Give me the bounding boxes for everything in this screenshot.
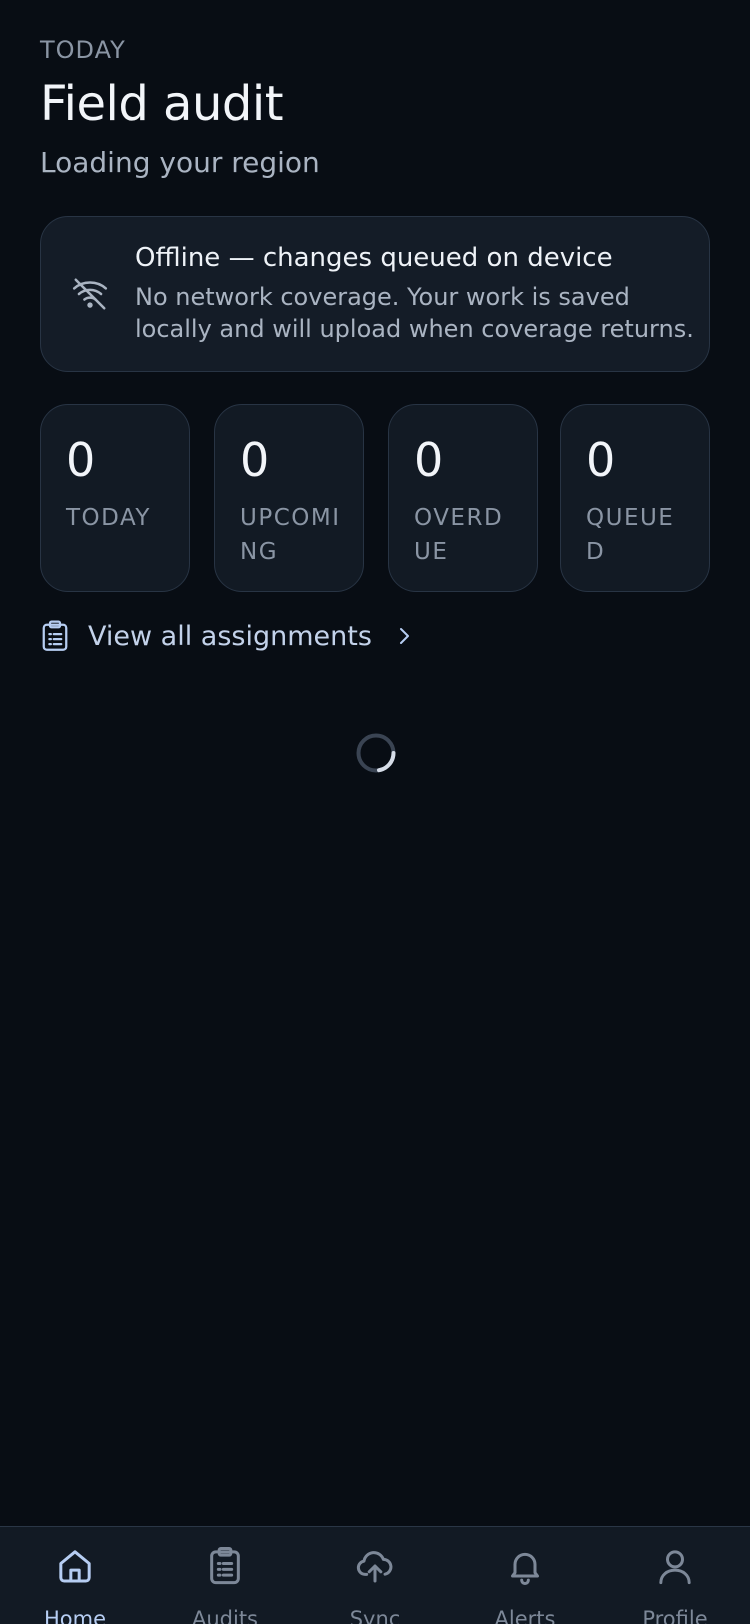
user-icon (659, 1550, 691, 1585)
tab-home[interactable]: Home (0, 1527, 150, 1624)
stat-card-overdue[interactable]: 0 OVERDUE (388, 404, 538, 592)
cloud-upload-icon (356, 1551, 393, 1583)
tab-label: Home (43, 1607, 106, 1624)
stat-label: TODAY (66, 505, 151, 531)
clipboard-list-icon (42, 620, 68, 651)
bell-icon (511, 1552, 539, 1585)
stat-value: 0 (586, 433, 616, 487)
banner-title: Offline — changes queued on device (135, 243, 613, 273)
wifi-off-icon (72, 278, 108, 310)
stats-row: 0 TODAY 0 UPCOMING 0 OVERDUE 0 QUEUED (40, 404, 710, 592)
tab-label: Alerts (494, 1607, 556, 1624)
stat-value: 0 (66, 433, 96, 487)
banner-message: No network coverage. Your work is saved … (135, 283, 694, 343)
tab-label: Audits (191, 1607, 258, 1624)
tab-audits[interactable]: Audits (150, 1527, 300, 1624)
bottom-tab-bar: Home Audits Sync Alerts Profile (0, 1526, 750, 1624)
tab-alerts[interactable]: Alerts (450, 1527, 600, 1624)
stat-label: QUEUED (586, 505, 675, 565)
view-all-assignments-link[interactable]: View all assignments (40, 614, 416, 658)
chevron-right-icon (399, 628, 409, 644)
tab-profile[interactable]: Profile (600, 1527, 750, 1624)
date-eyebrow: TODAY (40, 36, 126, 64)
page-subtitle: Loading your region (40, 146, 320, 179)
view-all-label: View all assignments (88, 620, 372, 652)
spinner-icon (356, 733, 396, 773)
stat-value: 0 (414, 433, 444, 487)
tab-label: Profile (642, 1607, 708, 1624)
stat-card-upcoming[interactable]: 0 UPCOMING (214, 404, 364, 592)
stat-label: UPCOMING (240, 505, 341, 565)
tab-sync[interactable]: Sync (300, 1527, 450, 1624)
tab-label: Sync (349, 1607, 401, 1624)
stat-card-today[interactable]: 0 TODAY (40, 404, 190, 592)
stat-label: OVERDUE (414, 505, 504, 565)
home-screen: TODAY Field audit Loading your region Of… (0, 0, 750, 1624)
stat-card-queued[interactable]: 0 QUEUED (560, 404, 710, 592)
offline-banner: Offline — changes queued on device No ne… (40, 216, 710, 372)
home-icon (59, 1550, 91, 1583)
stat-value: 0 (240, 433, 270, 487)
clipboard-icon (210, 1547, 240, 1585)
page-title: Field audit (40, 76, 284, 132)
